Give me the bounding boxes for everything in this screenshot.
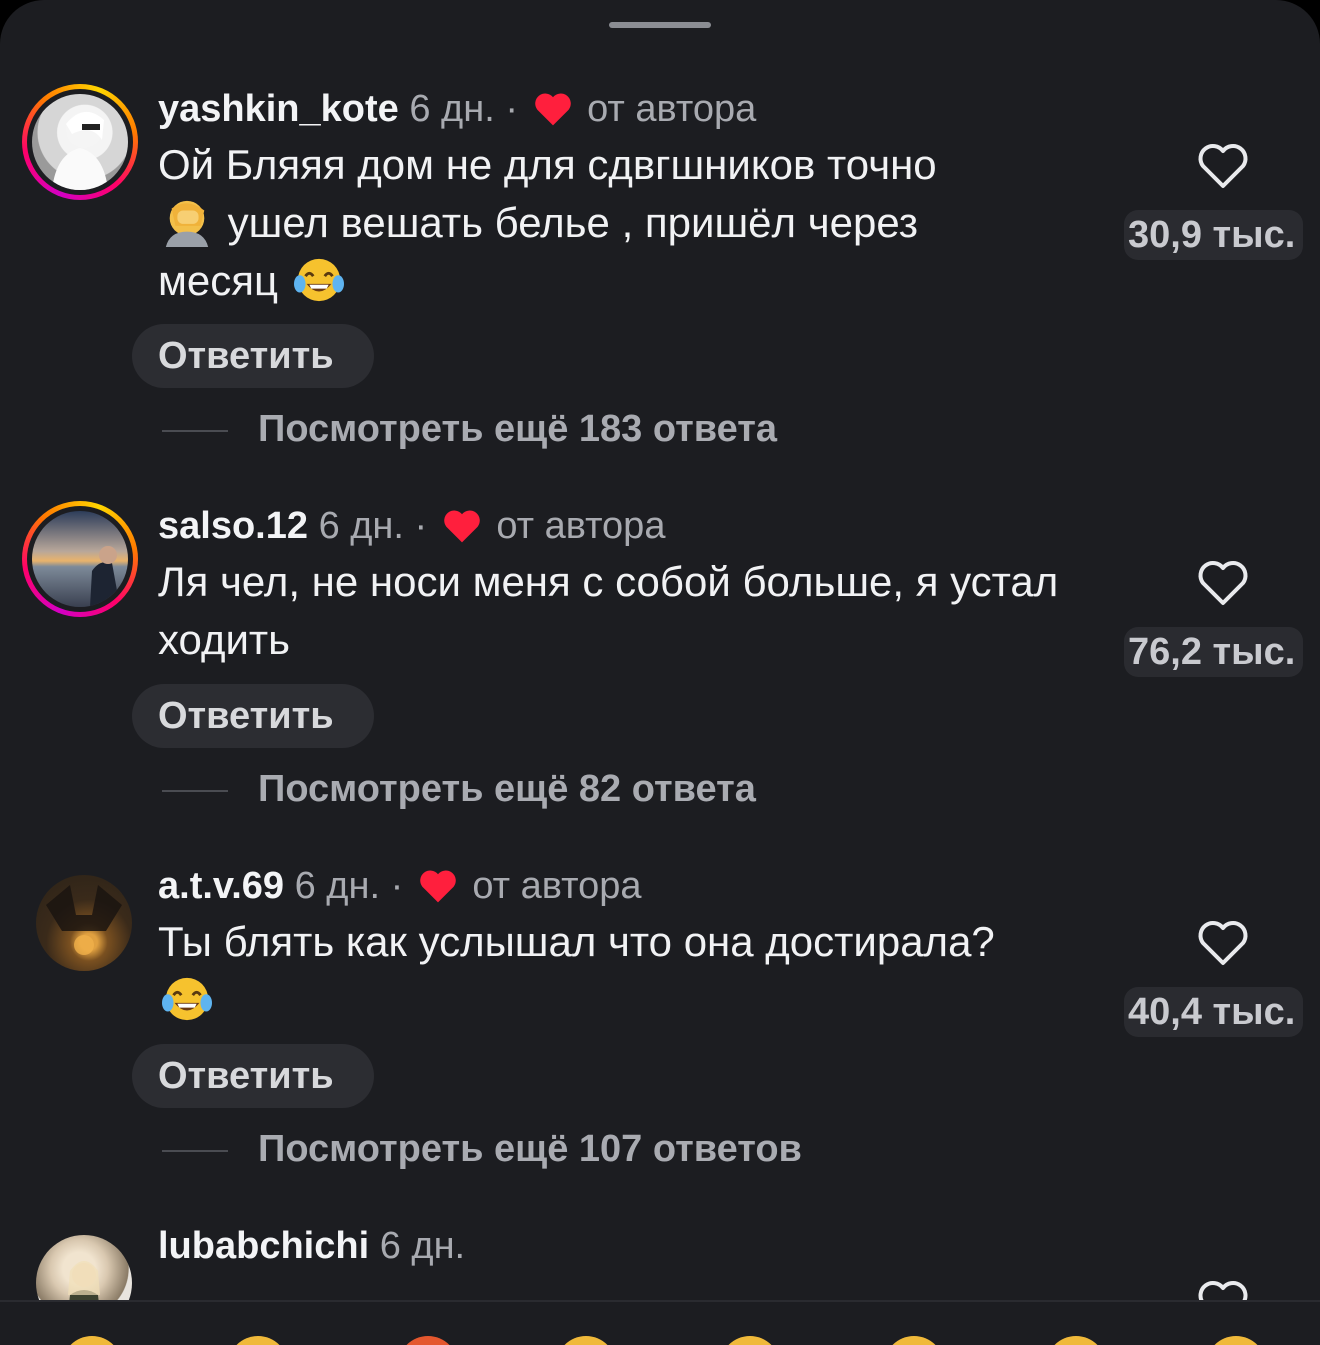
avatar[interactable] — [32, 511, 128, 607]
comment-text: Ой Бляяя дом не для сдвгшников точно уше… — [158, 141, 937, 304]
like-heart-icon[interactable] — [1196, 919, 1250, 967]
author-liked-heart-icon — [534, 93, 571, 126]
view-more-replies[interactable]: Посмотреть ещё 107 ответов — [162, 1124, 802, 1174]
username[interactable]: yashkin_kote — [158, 88, 399, 130]
reply-button[interactable]: Ответить — [132, 1044, 374, 1108]
author-liked-heart-icon — [443, 510, 480, 543]
comment-header: lubabchichi 6 дн. — [158, 1221, 465, 1271]
avatar[interactable] — [32, 94, 128, 190]
avatar-container[interactable] — [22, 861, 138, 977]
username[interactable]: a.t.v.69 — [158, 865, 284, 907]
avatar[interactable] — [36, 1235, 132, 1300]
view-more-replies[interactable]: Посмотреть ещё 183 ответа — [162, 404, 777, 454]
username[interactable]: lubabchichi — [158, 1225, 369, 1267]
reaction-emoji[interactable] — [1206, 1336, 1266, 1345]
sheet-drag-handle[interactable] — [609, 22, 711, 28]
author-label: от автора — [472, 865, 642, 907]
reaction-emoji[interactable] — [62, 1336, 122, 1345]
tears-of-joy-emoji — [162, 977, 212, 1021]
emoji-reaction-bar — [0, 1300, 1320, 1345]
like-count: 30,9 тыс. — [1124, 210, 1304, 260]
like-count: 76,2 тыс. — [1124, 627, 1304, 677]
avatar-container[interactable] — [22, 1221, 138, 1300]
comment-header: a.t.v.69 6 дн. · от автора — [158, 865, 642, 907]
avatar[interactable] — [36, 875, 132, 971]
username[interactable]: salso.12 — [158, 505, 308, 547]
comment-text: Ля чел, не носи меня с собой больше, я у… — [158, 558, 1059, 663]
avatar-story-ring[interactable] — [22, 501, 138, 617]
face-palm-emoji — [165, 200, 209, 247]
avatar-story-ring[interactable] — [22, 84, 138, 200]
view-more-replies[interactable]: Посмотреть ещё 82 ответа — [162, 764, 756, 814]
author-liked-heart-icon — [420, 870, 456, 903]
author-label: от автора — [587, 88, 757, 130]
reaction-emoji[interactable] — [228, 1336, 288, 1345]
reaction-emoji[interactable] — [720, 1336, 780, 1345]
comment-time: 6 дн. — [318, 505, 404, 547]
comment-time: 6 дн. — [409, 88, 495, 130]
like-heart-icon[interactable] — [1196, 1279, 1250, 1300]
like-heart-icon[interactable] — [1196, 142, 1250, 190]
reaction-emoji[interactable] — [556, 1336, 616, 1345]
reply-button[interactable]: Ответить — [132, 324, 374, 388]
comment-header: yashkin_kote 6 дн. · от автора — [158, 88, 757, 130]
reaction-emoji[interactable] — [398, 1336, 458, 1345]
tears-of-joy-emoji — [293, 258, 344, 302]
comment-header: salso.12 6 дн. · от автора — [158, 505, 666, 547]
comments-sheet: yashkin_kote 6 дн. · от автора Ой Бляяя … — [0, 0, 1320, 1300]
comment-time: 6 дн. — [294, 865, 381, 907]
comment-text: Ты блять как услышал что она достирала? — [158, 913, 1118, 1029]
like-count: 40,4 тыс. — [1124, 987, 1304, 1037]
author-label: от автора — [496, 505, 666, 547]
like-heart-icon[interactable] — [1196, 559, 1250, 607]
reaction-emoji[interactable] — [1046, 1336, 1106, 1345]
reaction-emoji[interactable] — [884, 1336, 944, 1345]
reply-button[interactable]: Ответить — [132, 684, 374, 748]
comment-time: 6 дн. — [379, 1225, 466, 1267]
